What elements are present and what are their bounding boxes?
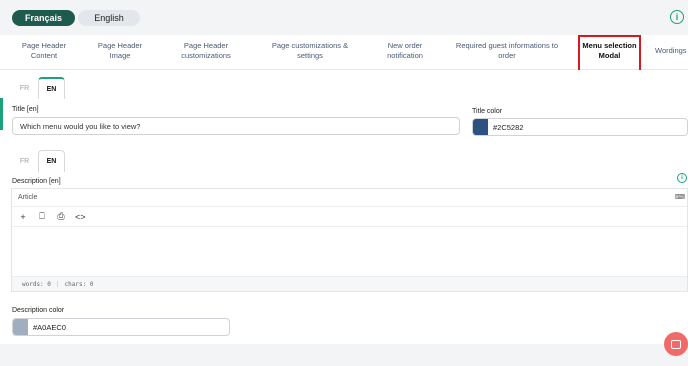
description-language-tabs: FR EN	[11, 150, 65, 172]
tab-page-header-image[interactable]: Page Header Image	[92, 39, 148, 63]
description-color-input[interactable]: #A0AEC0	[12, 318, 230, 336]
title-label: Title [en]	[12, 106, 39, 113]
word-count: words: 0	[22, 280, 51, 288]
title-language-tabs: FR EN	[11, 77, 65, 99]
code-icon[interactable]: <>	[75, 212, 86, 222]
keyboard-icon[interactable]: ⌨	[675, 193, 685, 201]
description-info-icon[interactable]: i	[677, 173, 687, 183]
title-tab-fr[interactable]: FR	[11, 77, 38, 99]
tab-page-header-customizations[interactable]: Page Header customizations	[174, 39, 238, 63]
description-tab-fr[interactable]: FR	[11, 150, 38, 172]
title-color-value: #2C5282	[493, 122, 524, 132]
title-tab-en[interactable]: EN	[38, 77, 65, 99]
editor-toolbar: + ⎕ ⎙ <>	[12, 207, 687, 227]
language-french-button[interactable]: Français	[12, 10, 75, 26]
title-color-input[interactable]: #2C5282	[472, 118, 688, 136]
active-tab-highlight	[578, 35, 641, 73]
description-label: Description [en]	[12, 178, 61, 185]
description-editor: Article ⌨ + ⎕ ⎙ <> words: 0 | chars: 0	[11, 188, 688, 292]
title-color-swatch[interactable]	[473, 119, 488, 135]
tab-wordings[interactable]: Wordings	[655, 39, 688, 63]
plus-icon[interactable]: +	[18, 212, 28, 222]
chat-launcher-button[interactable]	[664, 332, 688, 356]
chat-icon	[671, 339, 681, 349]
tab-page-header-content[interactable]: Page Header Content	[16, 39, 72, 63]
description-color-label: Description color	[12, 307, 65, 314]
editor-body[interactable]	[12, 227, 687, 275]
language-bar: Français English i	[0, 0, 688, 35]
bookmark-icon[interactable]: ⎕	[37, 211, 47, 222]
editor-style-select[interactable]: Article	[12, 189, 687, 207]
tab-new-order-notification[interactable]: New order notification	[380, 39, 430, 63]
tab-required-guest-informations[interactable]: Required guest informations to order	[452, 39, 562, 63]
editor-footer: words: 0 | chars: 0	[12, 276, 687, 291]
active-accent-bar	[0, 98, 3, 130]
description-color-value: #A0AEC0	[33, 322, 66, 332]
description-tab-en[interactable]: EN	[38, 150, 65, 172]
tab-page-customizations-settings[interactable]: Page customizations & settings	[266, 39, 354, 63]
title-input[interactable]: Which menu would you like to view?	[12, 117, 460, 135]
print-icon[interactable]: ⎙	[56, 211, 66, 222]
title-color-label: Title color	[472, 108, 503, 115]
char-count: chars: 0	[64, 280, 94, 288]
info-icon[interactable]: i	[670, 10, 684, 24]
language-english-button[interactable]: English	[78, 10, 140, 26]
bottom-strip	[0, 344, 688, 366]
description-color-swatch[interactable]	[13, 319, 28, 335]
